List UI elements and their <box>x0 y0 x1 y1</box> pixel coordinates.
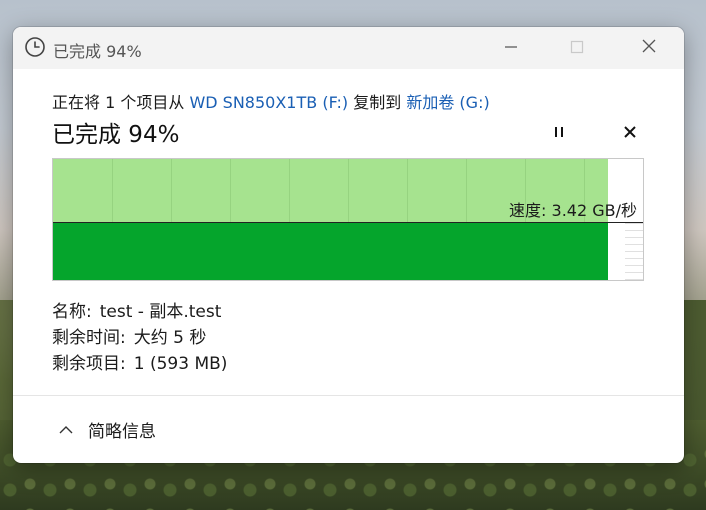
minimize-icon <box>504 39 518 58</box>
desc-prefix: 正在将 1 个项目从 <box>52 93 190 112</box>
desc-middle: 复制到 <box>348 93 407 112</box>
items-remaining-row: 剩余项目: 1 (593 MB) <box>52 349 227 374</box>
file-name-row: 名称: test - 副本.test <box>52 297 221 322</box>
clock-icon <box>24 36 46 58</box>
time-remaining-row: 剩余时间: 大约 5 秒 <box>52 323 206 348</box>
pause-button[interactable] <box>549 123 569 143</box>
maximize-button[interactable] <box>554 27 600 69</box>
progress-heading: 已完成 94% <box>52 122 180 148</box>
source-link[interactable]: WD SN850X1TB (F:) <box>189 93 348 112</box>
destination-link[interactable]: 新加卷 (G:) <box>406 93 489 112</box>
chevron-up-icon <box>58 422 74 438</box>
fewer-details-label: 简略信息 <box>88 422 156 442</box>
copy-progress-dialog: 已完成 94% 正在将 1 个项目从 WD SN850X1TB (F:) 复制到… <box>13 27 684 463</box>
transfer-speed-graph: 速度: 3.42 GB/秒 <box>52 158 644 281</box>
copy-description: 正在将 1 个项目从 WD SN850X1TB (F:) 复制到 新加卷 (G:… <box>52 89 490 113</box>
items-remaining-key: 剩余项目: <box>52 354 126 374</box>
pause-icon <box>552 124 566 143</box>
stop-button[interactable] <box>620 123 640 143</box>
file-name-key: 名称: <box>52 302 92 322</box>
current-speed-line <box>53 222 643 223</box>
time-remaining-value: 大约 5 秒 <box>133 328 207 348</box>
window-title: 已完成 94% <box>53 42 142 61</box>
speed-area <box>53 222 608 280</box>
graph-remaining-area <box>625 223 643 280</box>
close-icon <box>641 38 657 58</box>
close-button[interactable] <box>626 27 672 69</box>
items-remaining-value: 1 (593 MB) <box>133 354 228 374</box>
footer-divider <box>13 395 684 396</box>
time-remaining-key: 剩余时间: <box>52 328 126 348</box>
fewer-details-toggle[interactable]: 简略信息 <box>58 417 156 442</box>
title-bar[interactable]: 已完成 94% <box>13 27 684 69</box>
maximize-icon <box>570 39 584 58</box>
stop-icon <box>623 124 637 143</box>
speed-label: 速度: 3.42 GB/秒 <box>509 201 637 220</box>
file-name-value: test - 副本.test <box>99 302 222 322</box>
minimize-button[interactable] <box>488 27 534 69</box>
